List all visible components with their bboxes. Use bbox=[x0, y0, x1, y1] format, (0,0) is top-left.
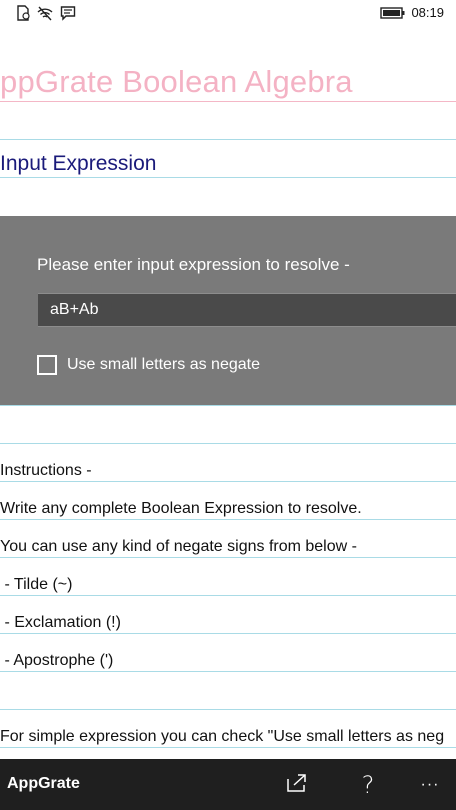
negate-sign-tilde: - Tilde (~) bbox=[0, 576, 73, 593]
instruction-line: You can use any kind of negate signs fro… bbox=[0, 538, 357, 555]
instructions-heading: Instructions - bbox=[0, 462, 92, 479]
ruled-line bbox=[0, 747, 456, 748]
app-bar: AppGrate ? ··· bbox=[0, 759, 456, 810]
sim-icon bbox=[15, 5, 31, 21]
small-letters-negate-label[interactable]: Use small letters as negate bbox=[67, 355, 260, 375]
app-title: ppGrate Boolean Algebra bbox=[0, 64, 353, 99]
more-icon: ··· bbox=[420, 776, 440, 793]
clock: 08:19 bbox=[411, 5, 444, 20]
input-prompt-label: Please enter input expression to resolve… bbox=[37, 255, 350, 274]
help-button[interactable]: ? bbox=[352, 769, 384, 801]
more-button[interactable]: ··· bbox=[414, 769, 446, 801]
input-panel: Please enter input expression to resolve… bbox=[0, 216, 456, 405]
negate-sign-exclamation: - Exclamation (!) bbox=[0, 614, 121, 631]
ruled-line bbox=[0, 671, 456, 672]
app-bar-title: AppGrate bbox=[7, 775, 80, 792]
ruled-line bbox=[0, 405, 456, 406]
battery-icon bbox=[380, 5, 406, 21]
help-icon: ? bbox=[361, 771, 375, 799]
ruled-line bbox=[0, 709, 456, 710]
ruled-line bbox=[0, 481, 456, 482]
title-underline bbox=[0, 101, 456, 102]
ruled-line bbox=[0, 139, 456, 140]
ruled-line bbox=[0, 177, 456, 178]
instruction-line: For simple expression you can check "Use… bbox=[0, 728, 445, 745]
share-icon bbox=[285, 771, 309, 800]
expression-input[interactable] bbox=[38, 293, 456, 327]
negate-sign-apostrophe: - Apostrophe (') bbox=[0, 652, 114, 669]
ruled-line bbox=[0, 519, 456, 520]
ruled-line bbox=[0, 633, 456, 634]
small-letters-negate-checkbox[interactable] bbox=[37, 355, 57, 375]
ruled-line bbox=[0, 557, 456, 558]
section-heading: Input Expression bbox=[0, 152, 157, 175]
ruled-line bbox=[0, 595, 456, 596]
status-bar: 08:19 bbox=[0, 0, 456, 27]
ruled-line bbox=[0, 443, 456, 444]
instruction-line: Write any complete Boolean Expression to… bbox=[0, 500, 362, 517]
wifi-icon bbox=[36, 5, 53, 21]
share-button[interactable] bbox=[281, 769, 313, 801]
message-icon bbox=[60, 5, 76, 21]
